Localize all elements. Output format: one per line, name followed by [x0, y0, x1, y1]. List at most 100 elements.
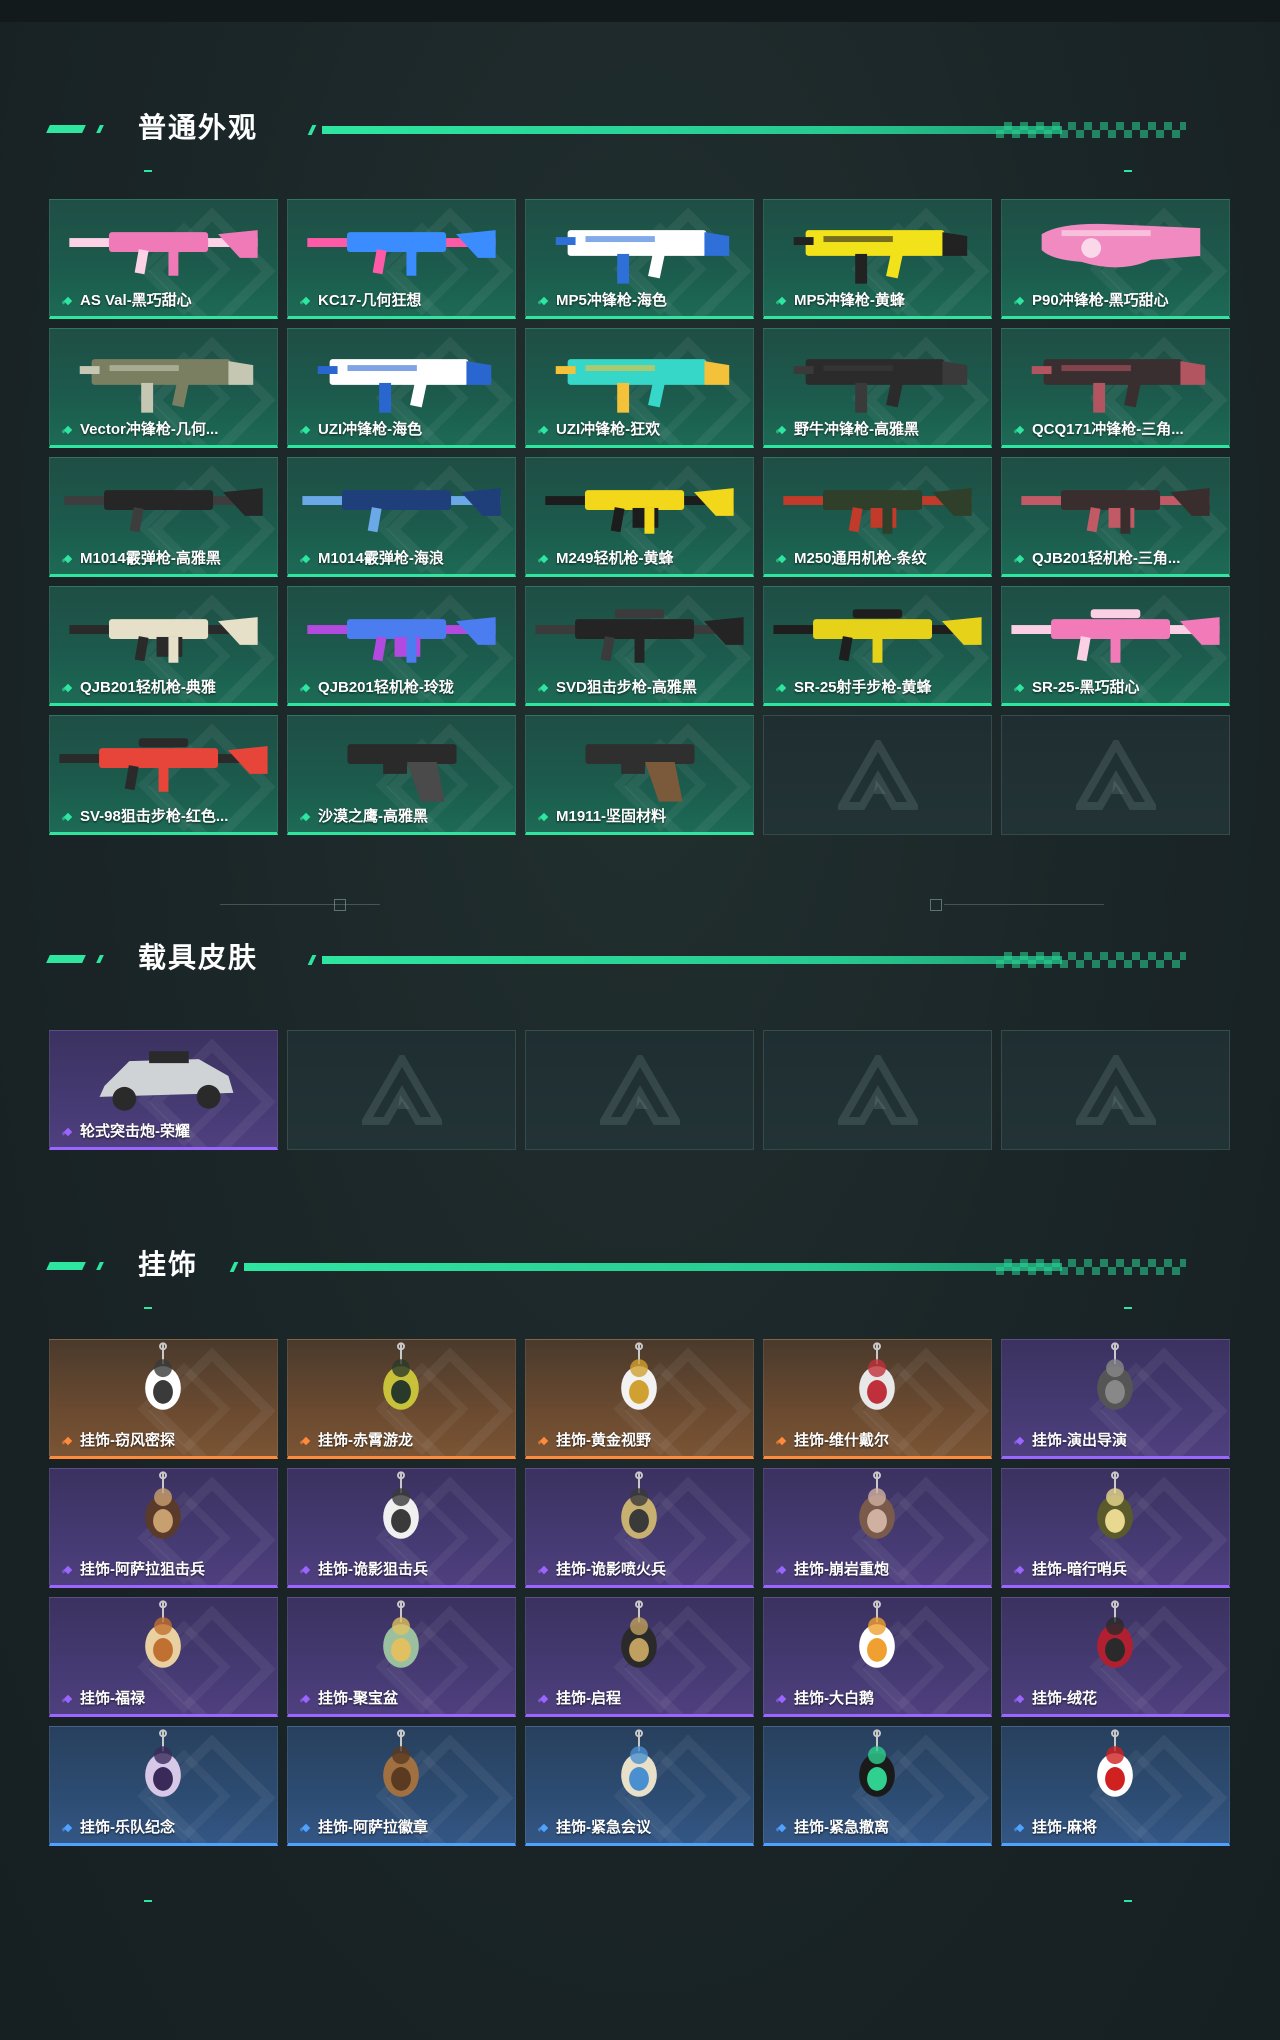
rarity-diamond-icon — [538, 1823, 549, 1833]
rarity-diamond-icon — [300, 1823, 311, 1833]
weapon-skin-card[interactable]: M249轻机枪-黄蜂 — [525, 457, 754, 577]
item-label: 挂饰-阿萨拉狙击兵 — [80, 1561, 205, 1578]
weapon-skin-card[interactable]: MP5冲锋枪-黄蜂 — [763, 199, 992, 319]
rarity-diamond-icon — [1014, 683, 1025, 693]
item-label: QCQ171冲锋枪-三角... — [1032, 421, 1184, 438]
charm-card[interactable]: 挂饰-窃风密探 — [49, 1339, 278, 1459]
charm-card[interactable]: 挂饰-诡影狙击兵 — [287, 1468, 516, 1588]
item-label: 挂饰-诡影喷火兵 — [556, 1561, 666, 1578]
weapon-skin-card[interactable]: Vector冲锋枪-几何... — [49, 328, 278, 448]
charm-card[interactable]: 挂饰-聚宝盆 — [287, 1597, 516, 1717]
rarity-diamond-icon — [62, 1823, 73, 1833]
weapon-image — [793, 359, 968, 413]
item-label: P90冲锋枪-黑巧甜心 — [1032, 292, 1169, 309]
charm-card[interactable]: 挂饰-乐队纪念 — [49, 1726, 278, 1846]
charm-card[interactable]: 挂饰-维什戴尔 — [763, 1339, 992, 1459]
charm-image — [859, 1471, 895, 1539]
rarity-diamond-icon — [538, 1436, 549, 1446]
charm-image — [145, 1729, 181, 1797]
weapon-skin-card[interactable]: QJB201轻机枪-典雅 — [49, 586, 278, 706]
rarity-diamond-icon — [62, 425, 73, 435]
weapon-image — [69, 617, 258, 663]
weapon-skin-card[interactable]: SV-98狙击步枪-红色... — [49, 715, 278, 835]
rarity-diamond-icon — [776, 1436, 787, 1446]
item-label: SR-25射手步枪-黄蜂 — [794, 679, 932, 696]
weapon-skin-card[interactable]: QJB201轻机枪-玲珑 — [287, 586, 516, 706]
empty-slot — [1001, 1030, 1230, 1150]
weapon-skin-card[interactable]: P90冲锋枪-黑巧甜心 — [1001, 199, 1230, 319]
charm-image — [1097, 1600, 1133, 1668]
weapon-skin-card[interactable]: M1014霰弹枪-海浪 — [287, 457, 516, 577]
item-label: 挂饰-麻将 — [1032, 1819, 1097, 1836]
item-label: 挂饰-紧急撤离 — [794, 1819, 889, 1836]
item-label: M249轻机枪-黄蜂 — [556, 550, 674, 567]
item-label: QJB201轻机枪-玲珑 — [318, 679, 454, 696]
empty-slot — [1001, 715, 1230, 835]
charm-card[interactable]: 挂饰-崩岩重炮 — [763, 1468, 992, 1588]
weapon-image — [545, 488, 734, 534]
header-dash — [1124, 1307, 1132, 1309]
header-accent — [229, 1262, 239, 1272]
rarity-diamond-icon — [538, 683, 549, 693]
charm-card[interactable]: 挂饰-诡影喷火兵 — [525, 1468, 754, 1588]
item-label: M1911-坚固材料 — [556, 808, 667, 825]
item-label: 轮式突击炮-荣耀 — [80, 1123, 190, 1140]
weapon-skin-card[interactable]: SR-25射手步枪-黄蜂 — [763, 586, 992, 706]
weapon-skin-card[interactable]: AS Val-黑巧甜心 — [49, 199, 278, 319]
weapon-skin-card[interactable]: QCQ171冲锋枪-三角... — [1001, 328, 1230, 448]
weapon-skin-card[interactable]: UZI冲锋枪-狂欢 — [525, 328, 754, 448]
item-label: QJB201轻机枪-典雅 — [80, 679, 216, 696]
empty-slot — [763, 715, 992, 835]
charm-card[interactable]: 挂饰-赤霄游龙 — [287, 1339, 516, 1459]
charm-card[interactable]: 挂饰-阿萨拉徽章 — [287, 1726, 516, 1846]
weapon-image — [1011, 609, 1220, 663]
charm-card[interactable]: 挂饰-演出导演 — [1001, 1339, 1230, 1459]
charm-card[interactable]: 挂饰-暗行哨兵 — [1001, 1468, 1230, 1588]
item-label: SR-25-黑巧甜心 — [1032, 679, 1140, 696]
weapon-skin-card[interactable]: UZI冲锋枪-海色 — [287, 328, 516, 448]
header-accent — [96, 955, 104, 963]
weapon-image — [347, 744, 457, 802]
weapon-skin-card[interactable]: SVD狙击步枪-高雅黑 — [525, 586, 754, 706]
vehicle-skin-grid: 轮式突击炮-荣耀 — [49, 1030, 1230, 1150]
charm-card[interactable]: 挂饰-紧急撤离 — [763, 1726, 992, 1846]
rarity-diamond-icon — [1014, 1694, 1025, 1704]
weapon-skin-card[interactable]: M250通用机枪-条纹 — [763, 457, 992, 577]
rarity-diamond-icon — [776, 425, 787, 435]
charm-card[interactable]: 挂饰-黄金视野 — [525, 1339, 754, 1459]
charm-card[interactable]: 挂饰-绒花 — [1001, 1597, 1230, 1717]
charm-card[interactable]: 挂饰-阿萨拉狙击兵 — [49, 1468, 278, 1588]
weapon-skin-card[interactable]: QJB201轻机枪-三角... — [1001, 457, 1230, 577]
weapon-skin-card[interactable]: SR-25-黑巧甜心 — [1001, 586, 1230, 706]
weapon-skin-card[interactable]: M1911-坚固材料 — [525, 715, 754, 835]
weapon-skin-card[interactable]: 野牛冲锋枪-高雅黑 — [763, 328, 992, 448]
rarity-diamond-icon — [1014, 1565, 1025, 1575]
weapon-skin-card[interactable]: KC17-几何狂想 — [287, 199, 516, 319]
header-checker — [996, 122, 1186, 138]
weapon-skin-card[interactable]: MP5冲锋枪-海色 — [525, 199, 754, 319]
rarity-diamond-icon — [62, 554, 73, 564]
rarity-diamond-icon — [538, 296, 549, 306]
placeholder-logo-icon — [361, 1055, 442, 1125]
rarity-diamond-icon — [1014, 425, 1025, 435]
section-title: 载具皮肤 — [138, 942, 259, 973]
weapon-image — [1031, 359, 1206, 413]
charm-card[interactable]: 挂饰-紧急会议 — [525, 1726, 754, 1846]
charm-image — [859, 1600, 895, 1668]
charm-image — [621, 1600, 657, 1668]
empty-slot — [763, 1030, 992, 1150]
rarity-diamond-icon — [300, 1694, 311, 1704]
weapon-skin-card[interactable]: M1014霰弹枪-高雅黑 — [49, 457, 278, 577]
item-label: 挂饰-赤霄游龙 — [318, 1432, 413, 1449]
charm-image — [1097, 1471, 1133, 1539]
vehicle-skin-card[interactable]: 轮式突击炮-荣耀 — [49, 1030, 278, 1150]
item-label: 挂饰-黄金视野 — [556, 1432, 651, 1449]
charm-card[interactable]: 挂饰-麻将 — [1001, 1726, 1230, 1846]
charm-card[interactable]: 挂饰-大白鹅 — [763, 1597, 992, 1717]
charm-card[interactable]: 挂饰-福禄 — [49, 1597, 278, 1717]
weapon-skin-card[interactable]: 沙漠之鹰-高雅黑 — [287, 715, 516, 835]
charm-card[interactable]: 挂饰-启程 — [525, 1597, 754, 1717]
placeholder-logo-icon — [837, 740, 918, 810]
rarity-diamond-icon — [538, 1565, 549, 1575]
footer-dash — [1124, 1900, 1132, 1902]
